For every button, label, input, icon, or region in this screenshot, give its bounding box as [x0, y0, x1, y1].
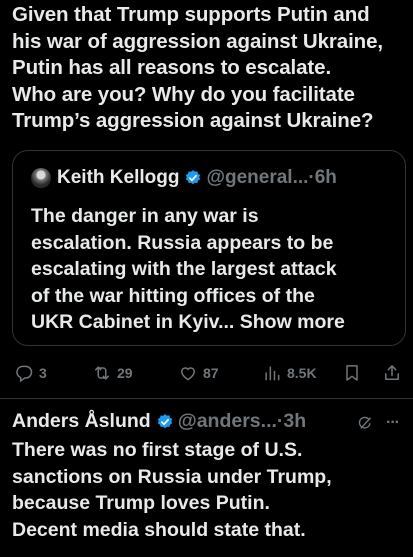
- bookmark-icon: [346, 365, 358, 381]
- reply-author-handle[interactable]: @anders...: [178, 410, 277, 433]
- reply-icon: [16, 365, 33, 383]
- reply-header: Anders Åslund @anders... · 3h: [12, 410, 306, 433]
- quoted-author-handle[interactable]: @general...: [206, 167, 308, 189]
- view-count: 8.5K: [287, 365, 317, 381]
- analytics-icon: [265, 366, 280, 381]
- reply-time[interactable]: 3h: [283, 410, 306, 433]
- more-options-icon[interactable]: ···: [386, 414, 400, 432]
- verified-badge-icon: [184, 169, 202, 187]
- like-count: 87: [203, 365, 219, 381]
- quoted-author-name[interactable]: Keith Kellogg: [57, 167, 179, 189]
- share-button[interactable]: [382, 363, 402, 383]
- repost-icon: [95, 366, 109, 380]
- post-action-bar: 3 29 87 8.5K: [0, 363, 413, 389]
- verified-badge-icon: [156, 413, 174, 431]
- reply-header-icons: ···: [356, 414, 400, 432]
- quoted-post-card[interactable]: Keith Kellogg @general... · 6h The dange…: [12, 150, 406, 346]
- heart-icon: [180, 367, 196, 381]
- divider: [0, 398, 413, 399]
- post-text: Given that Trump supports Putin and his …: [12, 3, 384, 132]
- like-button[interactable]: 87: [178, 363, 219, 383]
- repost-count: 29: [117, 365, 133, 381]
- quoted-post-header: Keith Kellogg @general... · 6h: [31, 167, 337, 189]
- quoted-post-text: The danger in any war is escalation. Rus…: [31, 203, 391, 336]
- avatar[interactable]: [31, 168, 51, 188]
- reply-text: There was no first stage of U.S. sanctio…: [12, 439, 332, 541]
- reply-count: 3: [39, 365, 47, 381]
- quoted-post-time[interactable]: 6h: [315, 167, 337, 189]
- grok-icon[interactable]: [356, 414, 374, 432]
- reply-author-name[interactable]: Anders Åslund: [12, 410, 151, 433]
- bookmark-button[interactable]: [342, 363, 362, 383]
- repost-button[interactable]: 29: [92, 363, 133, 383]
- show-more-link[interactable]: Show more: [240, 311, 345, 333]
- share-icon: [385, 365, 399, 380]
- reply-button[interactable]: 3: [14, 363, 47, 383]
- views-button[interactable]: 8.5K: [262, 363, 317, 383]
